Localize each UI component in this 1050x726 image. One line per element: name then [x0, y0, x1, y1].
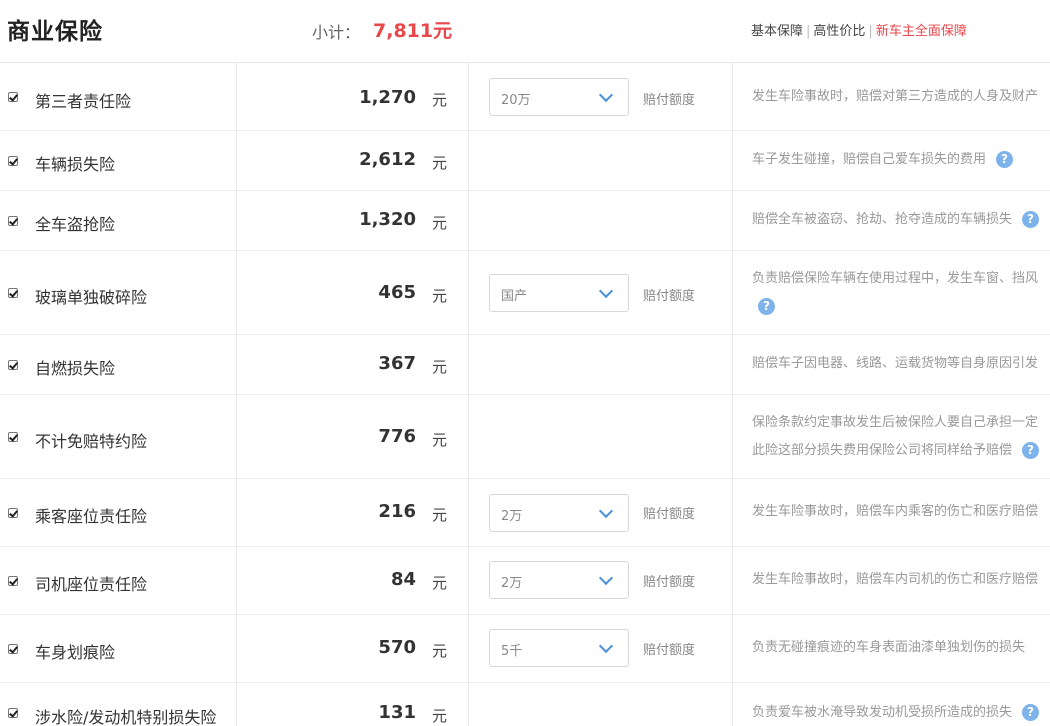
checkbox[interactable]: [8, 708, 18, 718]
checkbox[interactable]: [8, 216, 18, 226]
commercial-insurance-panel: 商业保险 小计： 7,811元 基本保障 | 高性价比 | 新车主全面保障 第三者责任险…: [0, 0, 1050, 726]
insurance-price: 570: [378, 637, 416, 658]
insurance-name: 玻璃单独破碎险: [35, 288, 148, 307]
checkbox[interactable]: [8, 360, 18, 370]
select-value: 2万: [501, 576, 523, 591]
table-row: 自燃损失险 367 元 赔偿车子因电器、线路、运载货物等自身原因引发: [0, 335, 1050, 395]
limit-label: 赔付额度: [643, 289, 696, 304]
price-unit: 元: [432, 506, 448, 524]
coverage-select[interactable]: 20万: [489, 78, 629, 116]
table-row: 乘客座位责任险 216 元 2万 赔付额度 发生车险事故时，赔偿车内乘客的伤亡和…: [0, 479, 1050, 547]
insurance-name: 全车盗抢险: [35, 215, 116, 234]
table-row: 车身划痕险 570 元 5千 赔付额度 负责无碰撞痕迹的车身表面油漆单独划伤的损…: [0, 615, 1050, 683]
filter-divider: |: [868, 24, 873, 39]
insurance-name: 不计免赔特约险: [35, 432, 148, 451]
insurance-name: 自燃损失险: [35, 359, 116, 378]
checkbox[interactable]: [8, 644, 18, 654]
limit-label: 赔付额度: [643, 575, 696, 590]
subtotal-value: 7,811元: [373, 20, 453, 42]
insurance-price: 465: [378, 282, 416, 303]
select-value: 国产: [501, 289, 528, 304]
checkbox[interactable]: [8, 156, 18, 166]
insurance-price: 1,270: [359, 87, 416, 108]
help-icon[interactable]: ?: [1022, 442, 1040, 459]
chevron-down-icon: [598, 638, 614, 654]
plan-new-owner-link[interactable]: 新车主全面保障: [876, 24, 967, 39]
limit-label: 赔付额度: [643, 507, 696, 522]
limit-label: 赔付额度: [643, 93, 696, 108]
select-value: 5千: [501, 644, 523, 659]
help-icon[interactable]: ?: [758, 298, 775, 315]
help-icon[interactable]: ?: [1022, 704, 1040, 721]
insurance-price: 84: [390, 569, 416, 590]
insurance-description: 负责爱车被水淹导致发动机受损所造成的损失?: [752, 699, 1050, 726]
price-unit: 元: [432, 91, 448, 109]
coverage-select[interactable]: 2万: [489, 494, 629, 532]
help-icon[interactable]: ?: [996, 151, 1014, 168]
plan-value-link[interactable]: 高性价比: [813, 24, 865, 39]
chevron-down-icon: [598, 87, 614, 103]
coverage-select[interactable]: 国产: [489, 274, 629, 312]
insurance-description: 发生车险事故时，赔偿对第三方造成的人身及财产: [752, 89, 1039, 104]
insurance-description: 发生车险事故时，赔偿车内乘客的伤亡和医疗赔偿: [752, 504, 1039, 519]
insurance-description: 车子发生碰撞，赔偿自己爱车损失的费用?: [752, 146, 1050, 174]
filter-divider: |: [806, 24, 811, 39]
insurance-description: 发生车险事故时，赔偿车内司机的伤亡和医疗赔偿: [752, 572, 1039, 587]
price-unit: 元: [432, 707, 448, 725]
insurance-name: 第三者责任险: [35, 92, 132, 111]
checkbox[interactable]: [8, 288, 18, 298]
price-unit: 元: [432, 154, 448, 172]
price-unit: 元: [432, 431, 448, 449]
subtotal-label: 小计：: [312, 23, 361, 42]
insurance-name: 乘客座位责任险: [35, 507, 148, 526]
insurance-price: 216: [378, 501, 416, 522]
table-row: 涉水险/发动机特别损失险 131 元 负责爱车被水淹导致发动机受损所造成的损失?: [0, 683, 1050, 726]
section-title: 商业保险: [7, 19, 103, 45]
price-unit: 元: [432, 214, 448, 232]
insurance-name: 车辆损失险: [35, 155, 116, 174]
table-row: 不计免赔特约险 776 元 保险条款约定事故发生后被保险人要自己承担一定 此险这部…: [0, 395, 1050, 479]
insurance-description: 负责无碰撞痕迹的车身表面油漆单独划伤的损失: [752, 640, 1026, 655]
insurance-name: 车身划痕险: [35, 643, 116, 662]
plan-basic-link[interactable]: 基本保障: [751, 24, 803, 39]
insurance-description: 负责赔偿保险车辆在使用过程中，发生车窗、挡风?: [752, 271, 1039, 315]
checkbox[interactable]: [8, 508, 18, 518]
plan-filters: 基本保障 | 高性价比 | 新车主全面保障: [751, 20, 967, 39]
help-icon[interactable]: ?: [1022, 211, 1040, 228]
insurance-table: 第三者责任险 1,270 元 20万 赔付额度 发生车险事故时，赔偿对第三方造成…: [0, 62, 1050, 726]
insurance-name: 司机座位责任险: [35, 575, 148, 594]
select-value: 20万: [501, 93, 531, 108]
coverage-select[interactable]: 5千: [489, 629, 629, 667]
insurance-description: 赔偿全车被盗窃、抢劫、抢夺造成的车辆损失?: [752, 206, 1050, 234]
insurance-description: 赔偿车子因电器、线路、运载货物等自身原因引发: [752, 356, 1039, 371]
chevron-down-icon: [598, 283, 614, 299]
table-row: 玻璃单独破碎险 465 元 国产 赔付额度 负责赔偿保险车辆在使用过程中，发生车…: [0, 251, 1050, 335]
section-header: 商业保险 小计： 7,811元 基本保障 | 高性价比 | 新车主全面保障: [0, 0, 1050, 62]
price-unit: 元: [432, 358, 448, 376]
limit-label: 赔付额度: [643, 643, 696, 658]
table-row: 全车盗抢险 1,320 元 赔偿全车被盗窃、抢劫、抢夺造成的车辆损失?: [0, 191, 1050, 251]
insurance-description: 保险条款约定事故发生后被保险人要自己承担一定 此险这部分损失费用保险公司将同样给予…: [752, 415, 1040, 459]
table-row: 司机座位责任险 84 元 2万 赔付额度 发生车险事故时，赔偿车内司机的伤亡和医…: [0, 547, 1050, 615]
checkbox[interactable]: [8, 92, 18, 102]
table-row: 车辆损失险 2,612 元 车子发生碰撞，赔偿自己爱车损失的费用?: [0, 131, 1050, 191]
price-unit: 元: [432, 642, 448, 660]
coverage-select[interactable]: 2万: [489, 561, 629, 599]
table-row: 第三者责任险 1,270 元 20万 赔付额度 发生车险事故时，赔偿对第三方造成…: [0, 62, 1050, 131]
insurance-price: 776: [378, 426, 416, 447]
insurance-price: 131: [378, 702, 416, 723]
insurance-price: 2,612: [359, 149, 416, 170]
insurance-price: 1,320: [359, 209, 416, 230]
select-value: 2万: [501, 509, 523, 524]
checkbox[interactable]: [8, 576, 18, 586]
price-unit: 元: [432, 574, 448, 592]
insurance-price: 367: [378, 353, 416, 374]
chevron-down-icon: [598, 570, 614, 586]
price-unit: 元: [432, 287, 448, 305]
checkbox[interactable]: [8, 432, 18, 442]
insurance-name: 涉水险/发动机特别损失险: [35, 708, 217, 726]
chevron-down-icon: [598, 503, 614, 519]
